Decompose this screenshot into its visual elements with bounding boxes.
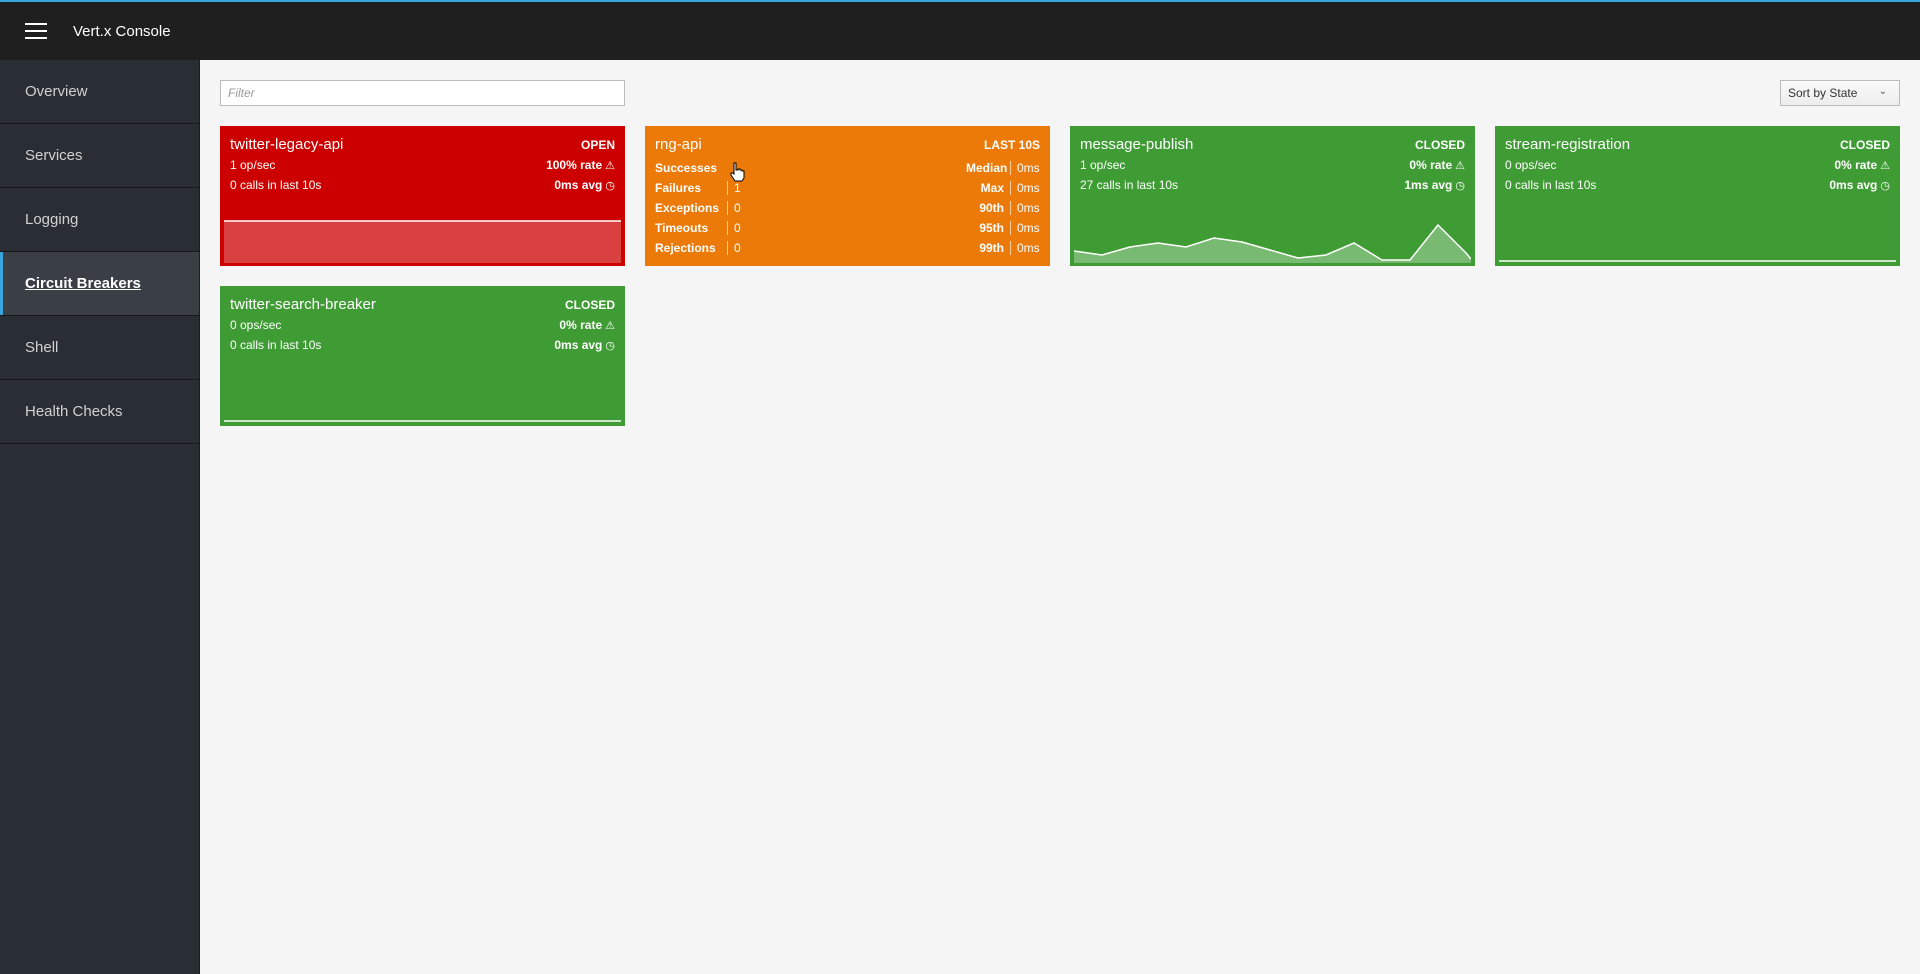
rate-text: 100% rate [546,158,603,172]
breaker-calls: 0 calls in last 10s [1505,178,1597,192]
clock-icon: ◷ [1455,180,1465,192]
rate-text: 0% rate [559,318,603,332]
clock-icon: ◷ [605,340,615,352]
breaker-name: rng-api [655,136,702,153]
breaker-name: stream-registration [1505,136,1631,153]
percentile-value: 0ms [1010,221,1040,235]
breaker-rate: 0% rate ⚠ [559,318,615,332]
avg-text: 0ms avg [554,178,603,192]
warning-icon: ⚠ [605,160,615,172]
sidebar-item-shell[interactable]: Shell [0,316,199,380]
breaker-stats: Successes Median 0ms Failures 1 Max 0ms … [655,158,1040,258]
breaker-avg: 0ms avg ◷ [554,338,615,352]
app-title: Vert.x Console [73,22,171,40]
percentile-value: 0ms [1010,181,1040,195]
breaker-ops: 1 op/sec [1080,158,1126,172]
breaker-card[interactable]: message-publish CLOSED 1 op/sec 0% rate ⚠… [1070,126,1475,266]
breaker-rate: 0% rate ⚠ [1409,158,1465,172]
rate-text: 0% rate [1409,158,1453,172]
stats-row: Exceptions 0 90th 0ms [655,198,1040,218]
sparkline [1074,223,1471,263]
warning-icon: ⚠ [605,320,615,332]
chevron-down-icon: ⌄ [1878,86,1887,97]
breaker-state: CLOSED [564,298,615,312]
breaker-rate: 0% rate ⚠ [1834,158,1890,172]
breaker-name: twitter-legacy-api [230,136,344,153]
avg-text: 1ms avg [1404,178,1453,192]
stats-row: Rejections 0 99th 0ms [655,238,1040,258]
stat-label: Timeouts [655,221,709,235]
breaker-avg: 1ms avg ◷ [1404,178,1465,192]
sparkline [224,220,621,263]
breaker-ops: 0 ops/sec [1505,158,1557,172]
top-navbar: Vert.x Console [0,0,1920,60]
warning-icon: ⚠ [1880,160,1890,172]
percentile-label: 90th [979,201,1004,215]
avg-text: 0ms avg [1829,178,1878,192]
breaker-ops: 1 op/sec [230,158,276,172]
stats-row: Failures 1 Max 0ms [655,178,1040,198]
sort-dropdown[interactable]: Sort by State ⌄ [1780,80,1900,106]
sidebar-item-services[interactable]: Services [0,124,199,188]
sidebar-item-logging[interactable]: Logging [0,188,199,252]
breaker-state: CLOSED [1414,138,1465,152]
breaker-calls: 27 calls in last 10s [1080,178,1179,192]
breaker-calls: 0 calls in last 10s [230,178,322,192]
warning-icon: ⚠ [1455,160,1465,172]
breaker-state: OPEN [580,138,615,152]
breaker-card[interactable]: rng-api LAST 10S Successes Median 0ms Fa… [645,126,1050,266]
hamburger-menu-icon[interactable] [25,23,47,39]
sort-label: Sort by State [1788,86,1858,100]
stats-row: Successes Median 0ms [655,158,1040,178]
main-content: Sort by State ⌄ twitter-legacy-api OPEN … [200,60,1920,974]
percentile-label: 99th [979,241,1004,255]
percentile-value: 0ms [1010,241,1040,255]
breaker-calls: 0 calls in last 10s [230,338,322,352]
percentile-label: 95th [979,221,1004,235]
percentile-value: 0ms [1010,201,1040,215]
breaker-state: CLOSED [1839,138,1890,152]
clock-icon: ◷ [605,180,615,192]
clock-icon: ◷ [1880,180,1890,192]
stat-value: 0 [727,201,767,215]
avg-text: 0ms avg [554,338,603,352]
stat-value: 0 [727,241,767,255]
sidebar-item-overview[interactable]: Overview [0,60,199,124]
stat-value: 1 [727,181,767,195]
sidebar-item-health-checks[interactable]: Health Checks [0,380,199,444]
breaker-card[interactable]: twitter-legacy-api OPEN 1 op/sec 100% ra… [220,126,625,266]
sparkline [224,420,621,422]
breaker-card[interactable]: stream-registration CLOSED 0 ops/sec 0% … [1495,126,1900,266]
breaker-name: message-publish [1080,136,1194,153]
breaker-name: twitter-search-breaker [230,296,376,313]
stat-value: 0 [727,221,767,235]
rate-text: 0% rate [1834,158,1878,172]
stat-label: Exceptions [655,201,720,215]
breaker-avg: 0ms avg ◷ [1829,178,1890,192]
percentile-label: Max [980,181,1004,195]
percentile-value: 0ms [1010,161,1040,175]
stat-label: Failures [655,181,702,195]
filter-input[interactable] [220,80,625,106]
breaker-ops: 0 ops/sec [230,318,282,332]
sparkline [1499,260,1896,262]
breaker-state: LAST 10S [983,138,1040,152]
breaker-card[interactable]: twitter-search-breaker CLOSED 0 ops/sec … [220,286,625,426]
stat-label: Successes [655,161,718,175]
stat-label: Rejections [655,241,716,255]
sidebar-item-circuit-breakers[interactable]: Circuit Breakers [0,252,199,316]
percentile-label: Median [966,161,1008,175]
sidebar: Overview Services Logging Circuit Breake… [0,60,200,974]
stats-row: Timeouts 0 95th 0ms [655,218,1040,238]
hand-cursor-icon [730,162,745,182]
breaker-avg: 0ms avg ◷ [554,178,615,192]
breaker-rate: 100% rate ⚠ [546,158,615,172]
